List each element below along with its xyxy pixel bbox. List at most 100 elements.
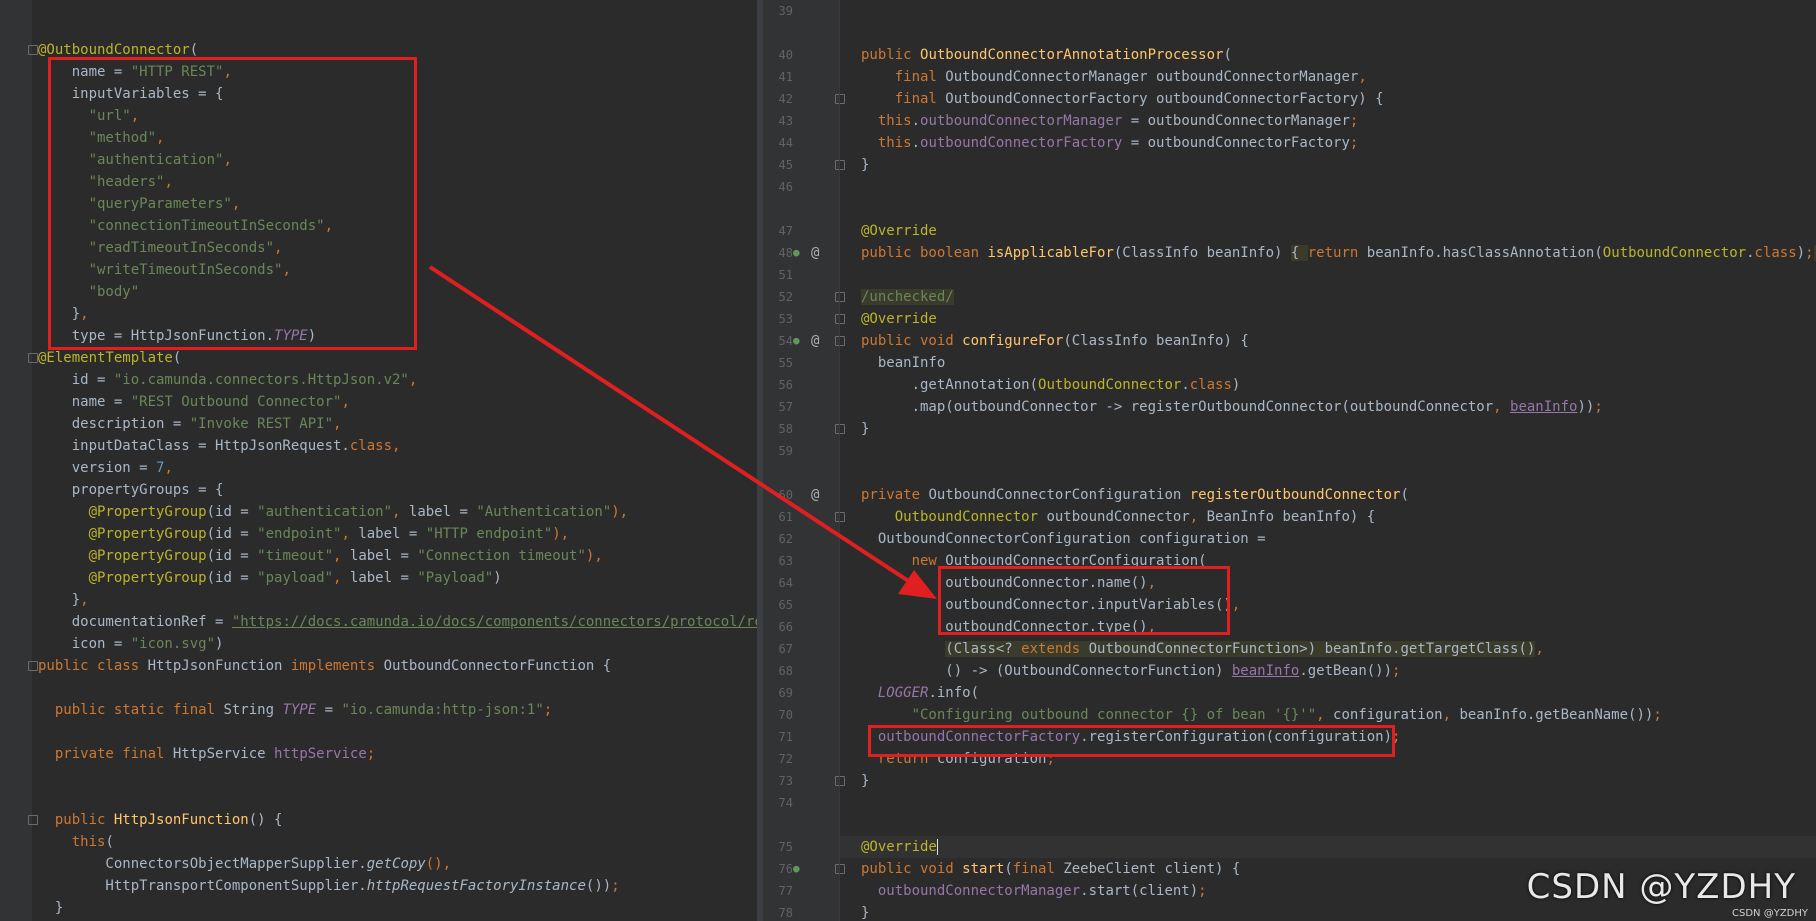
code-token: } <box>861 773 870 789</box>
code-line[interactable]: @PropertyGroup(id = "endpoint", label = … <box>38 523 569 545</box>
code-token: . <box>1181 377 1190 393</box>
code-line[interactable]: }, <box>38 589 89 611</box>
code-line[interactable]: .map(outboundConnector -> registerOutbou… <box>861 396 1603 418</box>
code-token: private final <box>54 746 173 762</box>
code-token: public boolean <box>861 245 988 261</box>
code-line[interactable]: public static final String TYPE = "io.ca… <box>38 699 552 721</box>
code-token: class <box>1189 377 1232 393</box>
code-token: public <box>861 47 921 63</box>
code-line[interactable]: final OutboundConnectorFactory outboundC… <box>861 88 1384 110</box>
fold-marker-icon[interactable] <box>835 292 845 302</box>
code-line[interactable]: final OutboundConnectorManager outboundC… <box>861 66 1367 88</box>
line-number <box>771 198 793 220</box>
code-line[interactable]: } <box>861 902 869 921</box>
code-line[interactable]: OutboundConnectorConfiguration configura… <box>861 528 1266 550</box>
fold-marker-icon[interactable] <box>835 424 845 434</box>
code-token: , <box>164 460 173 476</box>
code-token: () { <box>248 812 283 828</box>
code-line[interactable]: public HttpJsonFunction() { <box>38 809 283 831</box>
code-line[interactable]: @PropertyGroup(id = "payload", label = "… <box>38 567 502 589</box>
code-line[interactable]: this( <box>38 831 114 853</box>
fold-marker-icon[interactable] <box>835 512 845 522</box>
fold-marker-icon[interactable] <box>835 776 845 786</box>
code-line[interactable]: beanInfo <box>861 352 945 374</box>
fold-marker-icon[interactable] <box>835 160 845 170</box>
fold-marker-icon[interactable] <box>835 314 845 324</box>
fold-marker-icon[interactable] <box>28 815 38 825</box>
code-line[interactable]: } <box>861 154 869 176</box>
line-number: 55 <box>778 356 793 370</box>
code-token: ) <box>1231 377 1241 393</box>
code-line[interactable]: @PropertyGroup(id = "authentication", la… <box>38 501 628 523</box>
code-line[interactable]: name = "REST Outbound Connector", <box>38 391 350 413</box>
code-line[interactable]: "Configuring outbound connector {} of be… <box>861 704 1662 726</box>
fold-marker-icon[interactable] <box>28 661 38 671</box>
line-number <box>771 462 793 484</box>
overrides-method-icon[interactable]: ● <box>793 330 800 352</box>
code-line[interactable]: @ElementTemplate( <box>38 347 181 369</box>
code-line[interactable]: public void start(final ZeebeClient clie… <box>861 858 1240 880</box>
at-gutter-icon[interactable]: @ <box>811 242 819 264</box>
code-line[interactable]: this.outboundConnectorManager = outbound… <box>861 110 1358 132</box>
fold-marker-icon[interactable] <box>835 94 845 104</box>
fold-marker-icon[interactable] <box>28 353 38 363</box>
right-editor-pane[interactable]: 39 40 41 42 43 44 45 46 47 48 51 52 53 54 55 56 57 58 59 60… <box>763 0 1816 921</box>
code-line[interactable]: public OutboundConnectorAnnotationProces… <box>861 44 1232 66</box>
code-token: name = <box>38 394 131 410</box>
overrides-method-icon[interactable]: ● <box>793 858 800 880</box>
code-token: ; <box>543 702 553 718</box>
code-line[interactable]: outboundConnectorManager.start(client); <box>861 880 1207 902</box>
overrides-method-icon[interactable]: ● <box>793 242 800 264</box>
code-line[interactable]: propertyGroups = { <box>38 479 224 501</box>
code-line[interactable]: this.outboundConnectorFactory = outbound… <box>861 132 1358 154</box>
code-line[interactable]: public boolean isApplicableFor(ClassInfo… <box>861 242 1816 264</box>
code-line[interactable]: /unchecked/ <box>861 286 954 308</box>
fold-marker-icon[interactable] <box>28 45 38 55</box>
code-line[interactable]: .getAnnotation(OutboundConnector.class) <box>861 374 1241 396</box>
code-token: return <box>1307 245 1367 261</box>
code-line[interactable]: LOGGER.info( <box>861 682 979 704</box>
code-line[interactable]: description = "Invoke REST API", <box>38 413 342 435</box>
code-line[interactable]: () -> (OutboundConnectorFunction) beanIn… <box>861 660 1400 682</box>
code-line[interactable]: ConnectorsObjectMapperSupplier.getCopy()… <box>38 853 451 875</box>
code-line[interactable]: HttpTransportComponentSupplier.httpReque… <box>38 875 619 897</box>
at-gutter-icon[interactable]: @ <box>811 330 819 352</box>
code-token: final <box>894 69 946 85</box>
code-line[interactable]: OutboundConnector outboundConnector, Bea… <box>861 506 1375 528</box>
fold-marker-icon[interactable] <box>835 336 845 346</box>
code-token: (Class<? <box>945 641 1022 657</box>
code-line[interactable]: private final HttpService httpService; <box>38 743 375 765</box>
code-line[interactable]: @Override <box>861 308 937 330</box>
code-line[interactable]: id = "io.camunda.connectors.HttpJson.v2"… <box>38 369 418 391</box>
code-token: beanInfo <box>1231 663 1300 679</box>
code-line[interactable]: (Class<? extends OutboundConnectorFuncti… <box>861 638 1544 660</box>
code-token: @Override <box>861 839 937 855</box>
code-line[interactable]: @Override <box>861 220 937 242</box>
code-token: "endpoint" <box>257 526 342 542</box>
code-line[interactable]: private OutboundConnectorConfiguration r… <box>861 484 1409 506</box>
code-line[interactable]: } <box>861 770 869 792</box>
line-number: 77 <box>778 884 793 898</box>
line-number: 57 <box>778 400 793 414</box>
code-line[interactable]: icon = "icon.svg") <box>38 633 224 655</box>
code-line[interactable]: } <box>861 418 869 440</box>
line-number: 39 <box>778 4 793 18</box>
code-line[interactable]: @PropertyGroup(id = "timeout", label = "… <box>38 545 603 567</box>
line-number: 40 <box>778 48 793 62</box>
line-number: 52 <box>778 290 793 304</box>
at-gutter-icon[interactable]: @ <box>811 484 819 506</box>
code-line[interactable]: version = 7, <box>38 457 173 479</box>
code-token: (id = <box>206 526 258 542</box>
code-line[interactable]: public void configureFor(ClassInfo beanI… <box>861 330 1249 352</box>
fold-marker-icon[interactable] <box>835 864 845 874</box>
code-line[interactable]: } <box>38 897 63 919</box>
code-line[interactable]: public class HttpJsonFunction implements… <box>38 655 611 677</box>
code-line[interactable]: @Override <box>861 836 938 858</box>
code-line[interactable]: inputDataClass = HttpJsonRequest.class, <box>38 435 401 457</box>
code-line[interactable]: documentationRef = "https://docs.camunda… <box>38 611 757 633</box>
